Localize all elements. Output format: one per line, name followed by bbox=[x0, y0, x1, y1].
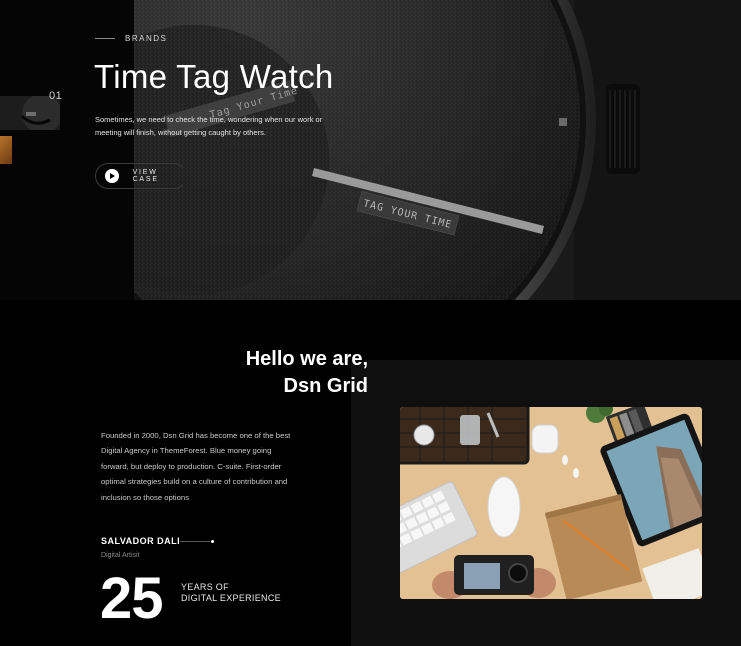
hero-title: Time Tag Watch bbox=[94, 58, 334, 95]
hero-description: Sometimes, we need to check the time, wo… bbox=[95, 115, 323, 137]
workspace-image bbox=[400, 407, 702, 599]
hero-slider: TAG YOUR TIME Tag Your Time 01 BRANDS Ti… bbox=[0, 0, 741, 300]
view-case-button[interactable]: VIEW CASE bbox=[95, 163, 187, 189]
about-description: Founded in 2000, Dsn Grid has become one… bbox=[101, 431, 291, 502]
person-name: SALVADOR DALI bbox=[101, 536, 181, 546]
view-case-label: VIEW CASE bbox=[132, 169, 159, 183]
about-title-line-2: Dsn Grid bbox=[283, 375, 368, 397]
play-arrow-icon bbox=[105, 169, 119, 183]
about-title: Hello we are, Dsn Grid bbox=[160, 346, 368, 400]
eyebrow-divider bbox=[95, 38, 115, 39]
person-divider bbox=[180, 541, 210, 542]
person-dot-icon bbox=[211, 539, 214, 543]
hero-category-label: BRANDS bbox=[125, 34, 168, 43]
hero-watch-image: TAG YOUR TIME Tag Your Time bbox=[134, 0, 741, 300]
years-count: 25 bbox=[100, 566, 164, 631]
hero-category: BRANDS bbox=[95, 34, 167, 43]
years-label-line-2: DIGITAL EXPERIENCE bbox=[181, 593, 281, 603]
years-label: YEARS OF DIGITAL EXPERIENCE bbox=[181, 582, 281, 604]
slide-number: 01 bbox=[49, 90, 63, 102]
about-title-line-1: Hello we are, bbox=[245, 348, 368, 370]
years-label-line-1: YEARS OF bbox=[181, 582, 229, 592]
slide-thumbnail-next[interactable] bbox=[0, 136, 12, 164]
person-role: Digital Artisit bbox=[101, 552, 140, 559]
